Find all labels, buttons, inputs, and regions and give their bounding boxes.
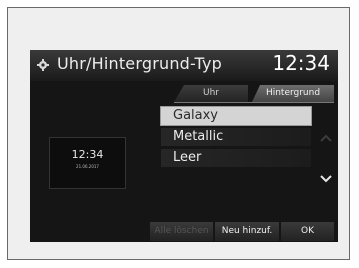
- clock-display: 12:34: [272, 51, 330, 75]
- list-item-galaxy[interactable]: Galaxy: [160, 106, 312, 126]
- page-title: Uhr/Hintergrund-Typ: [57, 54, 223, 73]
- scroll-down-icon[interactable]: [319, 174, 333, 184]
- preview-time: 12:34: [71, 148, 104, 161]
- list-item-leer[interactable]: Leer: [161, 149, 311, 167]
- background-list: Galaxy Metallic Leer: [160, 106, 312, 170]
- ok-button[interactable]: OK: [281, 222, 334, 241]
- preview-date: 21.06.2017: [76, 164, 99, 169]
- gear-icon[interactable]: [37, 59, 49, 71]
- scroll-up-icon[interactable]: [319, 133, 333, 143]
- tab-hintergrund[interactable]: Hintergrund: [252, 85, 334, 102]
- delete-all-button[interactable]: Alle löschen: [150, 222, 213, 241]
- tab-underline: [174, 102, 334, 103]
- title-bar: Uhr/Hintergrund-Typ 12:34: [30, 50, 338, 81]
- list-item-metallic[interactable]: Metallic: [161, 128, 311, 146]
- background-preview: 12:34 21.06.2017: [49, 137, 126, 189]
- bottom-bar: Alle löschen Neu hinzuf. OK: [30, 220, 338, 242]
- tab-uhr[interactable]: Uhr: [174, 85, 248, 102]
- add-new-button[interactable]: Neu hinzuf.: [215, 222, 279, 241]
- figure-frame: Uhr/Hintergrund-Typ 12:34 Uhr Hintergrun…: [7, 7, 350, 260]
- display-screen: Uhr/Hintergrund-Typ 12:34 Uhr Hintergrun…: [30, 50, 338, 242]
